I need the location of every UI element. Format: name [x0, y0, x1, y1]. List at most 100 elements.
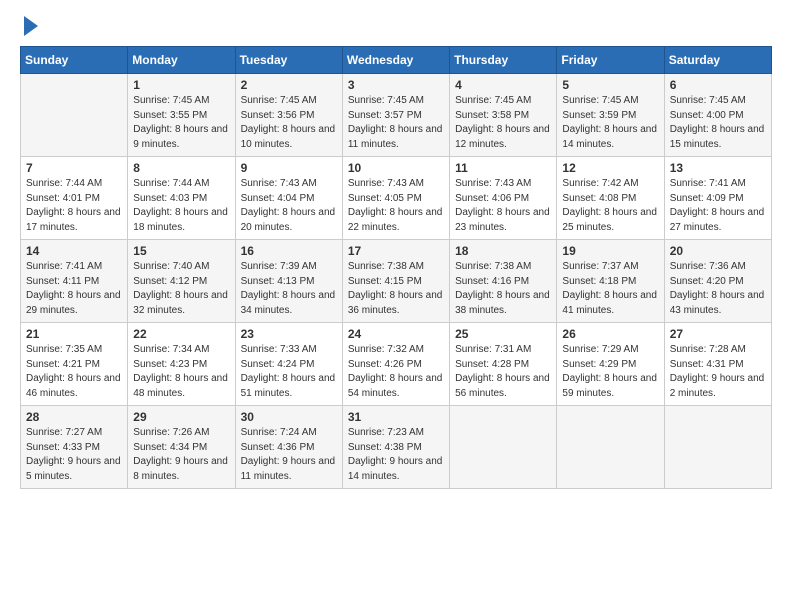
- day-info: Sunrise: 7:31 AM Sunset: 4:28 PM Dayligh…: [455, 343, 551, 401]
- calendar-cell-w3d2: 16 Sunrise: 7:39 AM Sunset: 4:13 PM Dayli…: [235, 240, 342, 323]
- day-info: Sunrise: 7:43 AM Sunset: 4:06 PM Dayligh…: [455, 177, 551, 235]
- calendar-cell-w4d4: 25 Sunrise: 7:31 AM Sunset: 4:28 PM Dayli…: [450, 323, 557, 406]
- day-number: 23: [241, 327, 337, 341]
- calendar-cell-w2d4: 11 Sunrise: 7:43 AM Sunset: 4:06 PM Dayli…: [450, 157, 557, 240]
- day-number: 29: [133, 410, 229, 424]
- day-number: 7: [26, 161, 122, 175]
- day-number: 12: [562, 161, 658, 175]
- day-number: 26: [562, 327, 658, 341]
- day-number: 4: [455, 78, 551, 92]
- day-number: 8: [133, 161, 229, 175]
- day-header-saturday: Saturday: [664, 47, 771, 74]
- day-number: 25: [455, 327, 551, 341]
- calendar-cell-w4d2: 23 Sunrise: 7:33 AM Sunset: 4:24 PM Dayli…: [235, 323, 342, 406]
- day-info: Sunrise: 7:45 AM Sunset: 3:58 PM Dayligh…: [455, 94, 551, 152]
- day-number: 15: [133, 244, 229, 258]
- calendar-cell-w1d1: 1Sunrise: 7:45 AM Sunset: 3:55 PM Daylig…: [128, 74, 235, 157]
- day-number: 16: [241, 244, 337, 258]
- day-number: 19: [562, 244, 658, 258]
- day-header-thursday: Thursday: [450, 47, 557, 74]
- calendar-container: SundayMondayTuesdayWednesdayThursdayFrid…: [0, 0, 792, 612]
- day-number: 3: [348, 78, 444, 92]
- day-number: 28: [26, 410, 122, 424]
- calendar-cell-w5d0: 28 Sunrise: 7:27 AM Sunset: 4:33 PM Dayli…: [21, 406, 128, 489]
- calendar-cell-w1d3: 3 Sunrise: 7:45 AM Sunset: 3:57 PM Daylig…: [342, 74, 449, 157]
- calendar-week-4: 21 Sunrise: 7:35 AM Sunset: 4:21 PM Dayli…: [21, 323, 772, 406]
- day-number: 10: [348, 161, 444, 175]
- day-info: Sunrise: 7:28 AM Sunset: 4:31 PM Dayligh…: [670, 343, 766, 401]
- day-info: Sunrise: 7:24 AM Sunset: 4:36 PM Dayligh…: [241, 426, 337, 484]
- calendar-week-5: 28 Sunrise: 7:27 AM Sunset: 4:33 PM Dayli…: [21, 406, 772, 489]
- day-info: Sunrise: 7:39 AM Sunset: 4:13 PM Dayligh…: [241, 260, 337, 318]
- day-number: 1: [133, 78, 229, 92]
- calendar-cell-w2d3: 10 Sunrise: 7:43 AM Sunset: 4:05 PM Dayli…: [342, 157, 449, 240]
- calendar-header-row: SundayMondayTuesdayWednesdayThursdayFrid…: [21, 47, 772, 74]
- day-info: Sunrise: 7:45 AM Sunset: 3:56 PM Dayligh…: [241, 94, 337, 152]
- calendar-week-3: 14Sunrise: 7:41 AM Sunset: 4:11 PM Dayli…: [21, 240, 772, 323]
- day-number: 22: [133, 327, 229, 341]
- day-info: Sunrise: 7:33 AM Sunset: 4:24 PM Dayligh…: [241, 343, 337, 401]
- day-number: 2: [241, 78, 337, 92]
- logo-arrow-icon: [24, 16, 38, 36]
- day-number: 6: [670, 78, 766, 92]
- day-number: 11: [455, 161, 551, 175]
- calendar-cell-w5d2: 30Sunrise: 7:24 AM Sunset: 4:36 PM Dayli…: [235, 406, 342, 489]
- calendar-week-1: 1Sunrise: 7:45 AM Sunset: 3:55 PM Daylig…: [21, 74, 772, 157]
- day-info: Sunrise: 7:42 AM Sunset: 4:08 PM Dayligh…: [562, 177, 658, 235]
- day-header-sunday: Sunday: [21, 47, 128, 74]
- day-info: Sunrise: 7:27 AM Sunset: 4:33 PM Dayligh…: [26, 426, 122, 484]
- day-info: Sunrise: 7:40 AM Sunset: 4:12 PM Dayligh…: [133, 260, 229, 318]
- day-number: 24: [348, 327, 444, 341]
- calendar-cell-w4d1: 22 Sunrise: 7:34 AM Sunset: 4:23 PM Dayli…: [128, 323, 235, 406]
- calendar-cell-w2d0: 7Sunrise: 7:44 AM Sunset: 4:01 PM Daylig…: [21, 157, 128, 240]
- day-number: 14: [26, 244, 122, 258]
- day-info: Sunrise: 7:38 AM Sunset: 4:15 PM Dayligh…: [348, 260, 444, 318]
- calendar-cell-w3d1: 15 Sunrise: 7:40 AM Sunset: 4:12 PM Dayli…: [128, 240, 235, 323]
- calendar-table: SundayMondayTuesdayWednesdayThursdayFrid…: [20, 46, 772, 489]
- calendar-cell-w3d4: 18 Sunrise: 7:38 AM Sunset: 4:16 PM Dayli…: [450, 240, 557, 323]
- day-number: 18: [455, 244, 551, 258]
- day-header-friday: Friday: [557, 47, 664, 74]
- calendar-cell-w3d5: 19 Sunrise: 7:37 AM Sunset: 4:18 PM Dayli…: [557, 240, 664, 323]
- calendar-cell-w4d6: 27 Sunrise: 7:28 AM Sunset: 4:31 PM Dayli…: [664, 323, 771, 406]
- calendar-cell-w5d3: 31 Sunrise: 7:23 AM Sunset: 4:38 PM Dayli…: [342, 406, 449, 489]
- calendar-cell-w1d5: 5 Sunrise: 7:45 AM Sunset: 3:59 PM Daylig…: [557, 74, 664, 157]
- day-number: 27: [670, 327, 766, 341]
- day-info: Sunrise: 7:38 AM Sunset: 4:16 PM Dayligh…: [455, 260, 551, 318]
- day-info: Sunrise: 7:44 AM Sunset: 4:03 PM Dayligh…: [133, 177, 229, 235]
- calendar-cell-w1d4: 4 Sunrise: 7:45 AM Sunset: 3:58 PM Daylig…: [450, 74, 557, 157]
- day-header-tuesday: Tuesday: [235, 47, 342, 74]
- day-info: Sunrise: 7:23 AM Sunset: 4:38 PM Dayligh…: [348, 426, 444, 484]
- header-row: [20, 18, 772, 36]
- calendar-cell-w1d0: [21, 74, 128, 157]
- day-info: Sunrise: 7:26 AM Sunset: 4:34 PM Dayligh…: [133, 426, 229, 484]
- calendar-cell-w2d1: 8 Sunrise: 7:44 AM Sunset: 4:03 PM Daylig…: [128, 157, 235, 240]
- day-header-wednesday: Wednesday: [342, 47, 449, 74]
- day-number: 17: [348, 244, 444, 258]
- day-info: Sunrise: 7:45 AM Sunset: 3:59 PM Dayligh…: [562, 94, 658, 152]
- calendar-cell-w3d0: 14Sunrise: 7:41 AM Sunset: 4:11 PM Dayli…: [21, 240, 128, 323]
- calendar-cell-w5d4: [450, 406, 557, 489]
- day-info: Sunrise: 7:36 AM Sunset: 4:20 PM Dayligh…: [670, 260, 766, 318]
- day-info: Sunrise: 7:35 AM Sunset: 4:21 PM Dayligh…: [26, 343, 122, 401]
- calendar-cell-w5d1: 29 Sunrise: 7:26 AM Sunset: 4:34 PM Dayli…: [128, 406, 235, 489]
- day-number: 5: [562, 78, 658, 92]
- day-number: 21: [26, 327, 122, 341]
- day-info: Sunrise: 7:29 AM Sunset: 4:29 PM Dayligh…: [562, 343, 658, 401]
- day-number: 20: [670, 244, 766, 258]
- day-number: 13: [670, 161, 766, 175]
- day-info: Sunrise: 7:45 AM Sunset: 3:57 PM Dayligh…: [348, 94, 444, 152]
- day-number: 31: [348, 410, 444, 424]
- calendar-cell-w4d0: 21 Sunrise: 7:35 AM Sunset: 4:21 PM Dayli…: [21, 323, 128, 406]
- day-info: Sunrise: 7:37 AM Sunset: 4:18 PM Dayligh…: [562, 260, 658, 318]
- day-info: Sunrise: 7:34 AM Sunset: 4:23 PM Dayligh…: [133, 343, 229, 401]
- calendar-body: 1Sunrise: 7:45 AM Sunset: 3:55 PM Daylig…: [21, 74, 772, 489]
- day-info: Sunrise: 7:32 AM Sunset: 4:26 PM Dayligh…: [348, 343, 444, 401]
- calendar-cell-w4d3: 24 Sunrise: 7:32 AM Sunset: 4:26 PM Dayli…: [342, 323, 449, 406]
- calendar-cell-w1d6: 6Sunrise: 7:45 AM Sunset: 4:00 PM Daylig…: [664, 74, 771, 157]
- day-info: Sunrise: 7:43 AM Sunset: 4:05 PM Dayligh…: [348, 177, 444, 235]
- calendar-cell-w2d5: 12 Sunrise: 7:42 AM Sunset: 4:08 PM Dayli…: [557, 157, 664, 240]
- day-header-monday: Monday: [128, 47, 235, 74]
- day-info: Sunrise: 7:41 AM Sunset: 4:09 PM Dayligh…: [670, 177, 766, 235]
- calendar-cell-w2d2: 9Sunrise: 7:43 AM Sunset: 4:04 PM Daylig…: [235, 157, 342, 240]
